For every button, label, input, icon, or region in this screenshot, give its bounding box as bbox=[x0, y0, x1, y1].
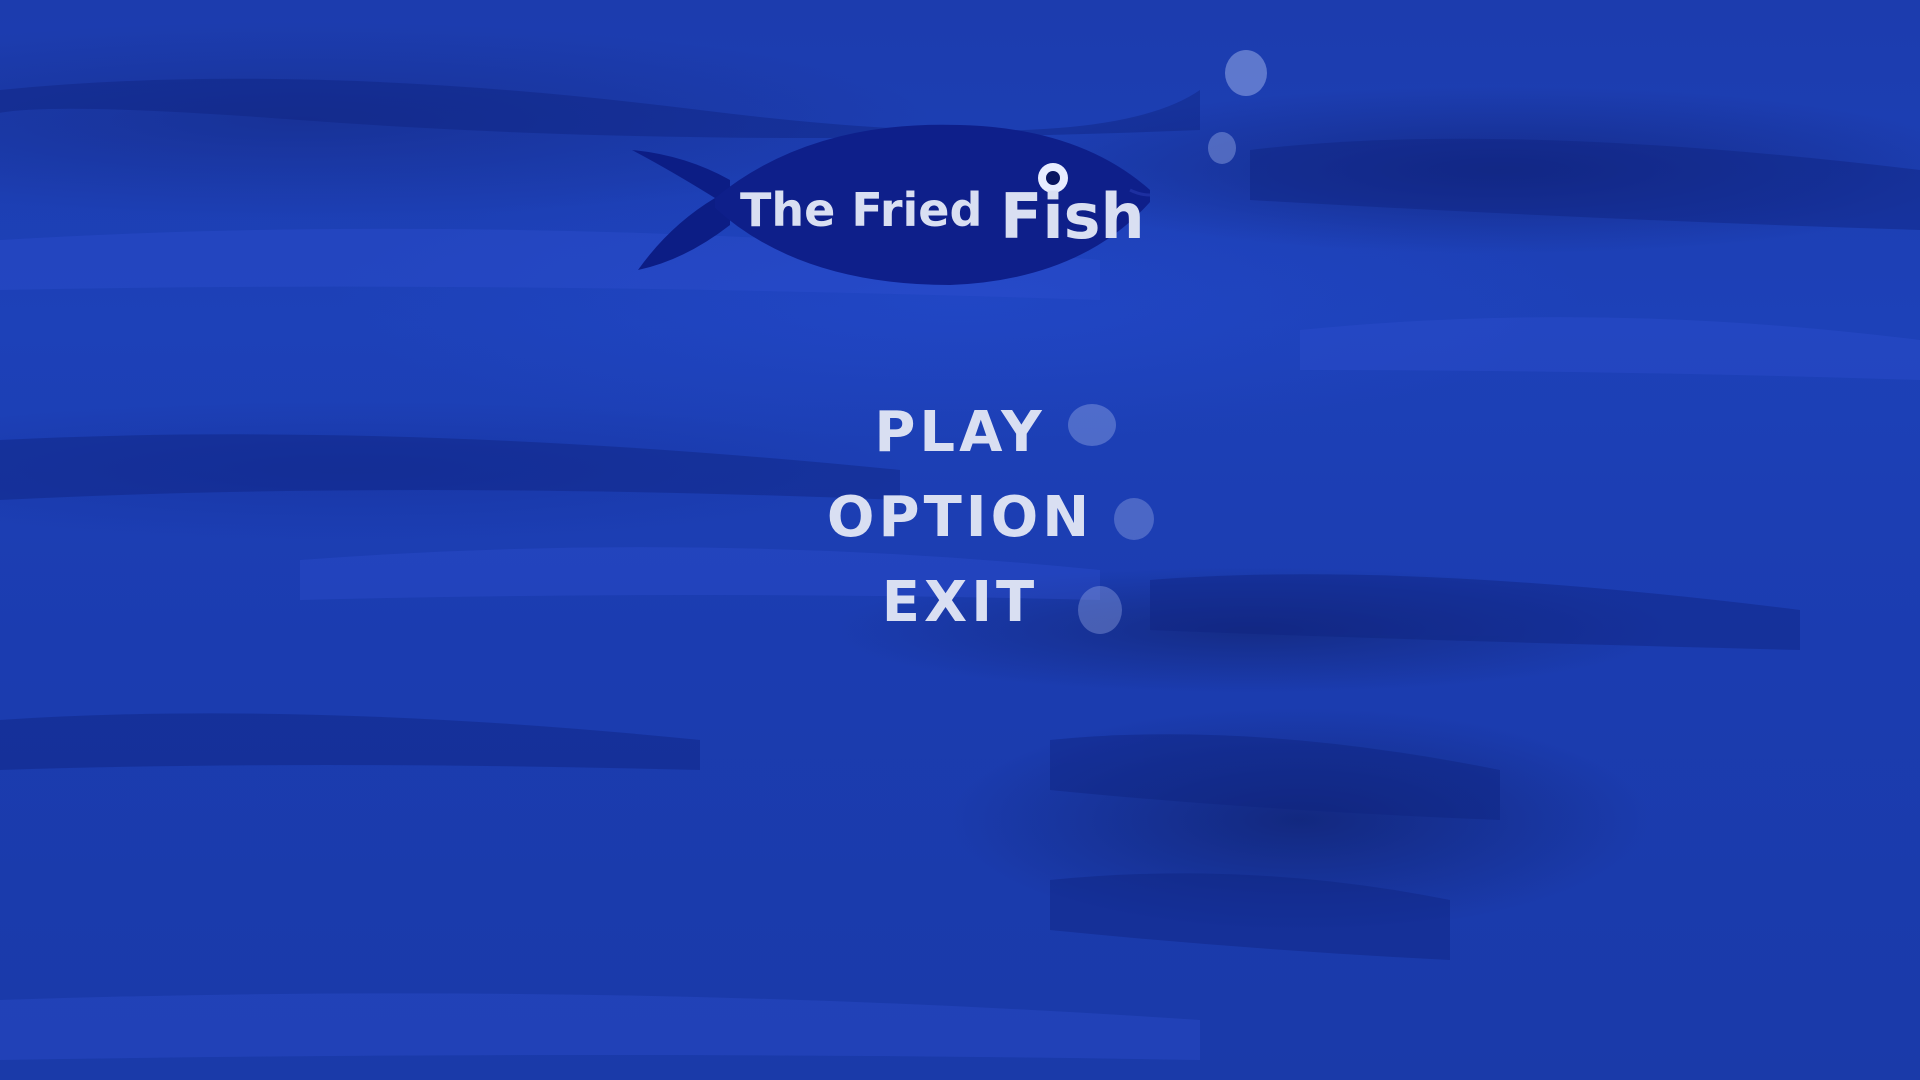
fish-logo-icon: The Fried Fish bbox=[632, 124, 1151, 286]
game-logo: The Fried Fish bbox=[630, 120, 1210, 300]
logo-title-line2: Fish bbox=[1000, 180, 1145, 253]
bubble-icon bbox=[1208, 132, 1236, 164]
option-button[interactable]: OPTION bbox=[760, 483, 1160, 553]
main-menu-screen: The Fried Fish PLAY OPTION EXIT bbox=[0, 0, 1920, 1080]
bubble-icon bbox=[1114, 498, 1154, 540]
bubble-icon bbox=[1078, 586, 1122, 634]
logo-title-line1: The Fried bbox=[740, 183, 982, 237]
bubble-icon bbox=[1068, 404, 1116, 446]
bubble-icon bbox=[1225, 50, 1267, 96]
